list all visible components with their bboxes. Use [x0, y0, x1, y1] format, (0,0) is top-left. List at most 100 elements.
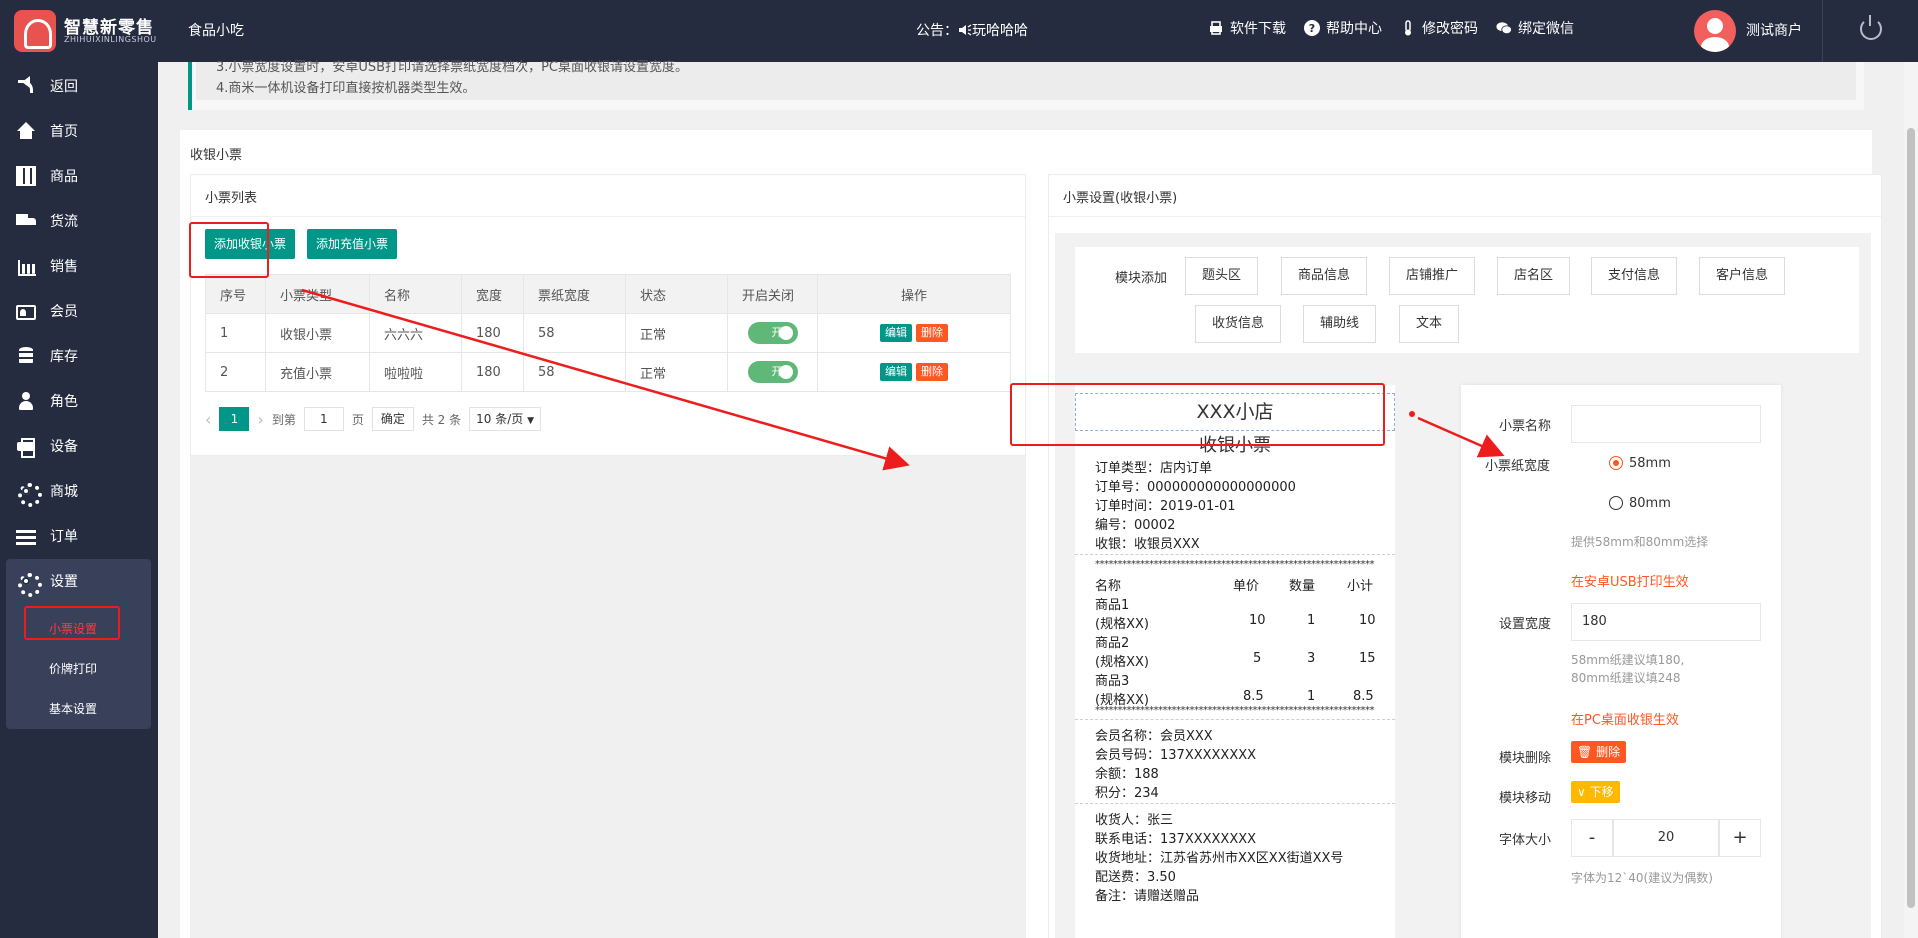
- cell-type: 充值小票: [265, 352, 370, 392]
- col-header: 开启关闭: [727, 274, 818, 314]
- sidebar-item-orders[interactable]: 订单: [6, 514, 151, 558]
- sidebar-subitem-basic-settings[interactable]: 基本设置: [49, 700, 97, 717]
- cell-width: 180: [461, 352, 524, 392]
- item-name: 商品2: [1095, 636, 1130, 651]
- cell-name: 啦啦啦: [369, 352, 462, 392]
- sidebar-item-inventory[interactable]: 库存: [6, 334, 151, 378]
- sidebar-item-roles[interactable]: 角色: [6, 379, 151, 423]
- page-number[interactable]: 1: [219, 407, 250, 431]
- speaker-icon: [959, 24, 972, 36]
- total-count: 共 2 条: [421, 412, 462, 427]
- cell-paper-width: 58: [523, 313, 626, 353]
- next-page-icon[interactable]: ›: [257, 410, 263, 429]
- edit-button[interactable]: 编辑: [880, 363, 912, 381]
- printer-icon: [1210, 21, 1222, 35]
- caret-down-icon: ▼: [527, 416, 535, 426]
- sidebar-item-back[interactable]: 返回: [6, 64, 151, 108]
- power-icon[interactable]: [1860, 15, 1882, 40]
- font-size-input[interactable]: 20: [1613, 819, 1719, 857]
- truck-icon: [16, 211, 36, 231]
- sidebar-item-settings[interactable]: 设置: [6, 559, 151, 603]
- notice-box: 3.小票宽度设置时，安卓USB打印请选择票纸宽度档次，PC桌面收银请设置宽度。 …: [188, 60, 1864, 110]
- notice-line-4: 4.商米一体机设备打印直接按机器类型生效。: [216, 81, 476, 96]
- cell-actions: 编辑 删除: [817, 313, 1011, 353]
- font-size-label: 字体大小: [1499, 833, 1552, 848]
- receipt-line: 收银：收银员XXX: [1095, 537, 1200, 552]
- logo-icon: [14, 10, 56, 52]
- delete-button[interactable]: 删除: [916, 324, 948, 342]
- item-price: 10: [1249, 613, 1266, 628]
- radio-58mm-label[interactable]: 58mm: [1629, 456, 1671, 471]
- confirm-page-button[interactable]: 确定: [371, 407, 414, 431]
- width-input[interactable]: 180: [1571, 603, 1761, 641]
- module-header-button[interactable]: 题头区: [1185, 257, 1259, 295]
- sidebar-item-sales[interactable]: 销售: [6, 244, 151, 288]
- change-password-label: 修改密码: [1422, 21, 1478, 37]
- cell-no: 1: [205, 313, 266, 353]
- receipt-line: 会员号码：137XXXXXXXX: [1095, 748, 1257, 763]
- settings-canvas: 模块添加 题头区 商品信息 店铺推广 店名区 支付信息 客户信息 收货信息 辅助…: [1055, 233, 1871, 938]
- trash-icon: 🗑: [1577, 745, 1593, 759]
- delete-module-label: 模块删除: [1499, 751, 1552, 766]
- module-text-button[interactable]: 文本: [1399, 305, 1460, 343]
- question-icon: ?: [1304, 20, 1320, 36]
- radio-80mm-label[interactable]: 80mm: [1629, 496, 1671, 511]
- cell-type: 收银小票: [265, 313, 370, 353]
- page-scrollbar[interactable]: [1904, 62, 1918, 938]
- delete-button[interactable]: 删除: [916, 363, 948, 381]
- prev-page-icon[interactable]: ‹: [205, 410, 211, 429]
- sidebar-item-label: 设置: [50, 574, 78, 590]
- gear-icon: [16, 481, 42, 507]
- sidebar-subitem-price-tag-print[interactable]: 价牌打印: [49, 660, 97, 677]
- avatar[interactable]: [1694, 10, 1736, 52]
- sidebar-item-devices[interactable]: 设备: [6, 424, 151, 468]
- bind-wechat-link[interactable]: 绑定微信: [1496, 18, 1574, 38]
- per-page-select[interactable]: 10 条/页 ▼: [469, 407, 542, 431]
- module-payment-button[interactable]: 支付信息: [1591, 257, 1678, 295]
- sidebar-item-products[interactable]: 商品: [6, 154, 151, 198]
- sidebar-item-mall[interactable]: 商城: [6, 469, 151, 513]
- item-header: 数量: [1289, 579, 1316, 594]
- sidebar-item-label: 订单: [50, 529, 78, 545]
- receipt-section: 收银小票 小票列表 添加收银小票 添加充值小票 序号 小票类型 名称 宽度 票纸…: [180, 130, 1882, 938]
- radio-58mm[interactable]: [1609, 456, 1623, 470]
- item-header: 名称: [1095, 579, 1122, 594]
- receipt-line: 订单类型：店内订单: [1095, 461, 1213, 476]
- brand-subtitle: ZHIHUIXINLINGSHOU: [64, 35, 157, 44]
- table-header-row: 序号 小票类型 名称 宽度 票纸宽度 状态 开启关闭 操作: [205, 274, 1011, 314]
- module-guide-line-button[interactable]: 辅助线: [1303, 305, 1377, 343]
- sidebar-item-home[interactable]: 首页: [6, 109, 151, 153]
- module-customer-button[interactable]: 客户信息: [1699, 257, 1786, 295]
- list-panel: 小票列表 添加收银小票 添加充值小票 序号 小票类型 名称 宽度 票纸宽度 状态…: [190, 174, 1026, 938]
- item-header: 单价: [1233, 579, 1260, 594]
- receipt-stars: ****************************************…: [1095, 559, 1375, 570]
- software-download-link[interactable]: 软件下载: [1208, 18, 1286, 38]
- help-center-link[interactable]: ? 帮助中心: [1304, 18, 1382, 38]
- move-down-button[interactable]: ∨ 下移: [1571, 781, 1620, 803]
- edit-button[interactable]: 编辑: [880, 324, 912, 342]
- add-recharge-button[interactable]: 添加充值小票: [307, 229, 398, 259]
- module-promo-button[interactable]: 店铺推广: [1389, 257, 1476, 295]
- change-password-link[interactable]: 修改密码: [1400, 18, 1478, 38]
- sidebar-item-logistics[interactable]: 货流: [6, 199, 151, 243]
- module-goods-button[interactable]: 商品信息: [1281, 257, 1368, 295]
- receipt-name-input[interactable]: [1571, 405, 1761, 443]
- font-size-decrease[interactable]: -: [1571, 819, 1613, 857]
- enable-toggle[interactable]: 开: [747, 361, 798, 383]
- receipt-preview: XXX小店 收银小票 订单类型：店内订单 订单号：000000000000000…: [1075, 385, 1395, 938]
- sidebar-item-members[interactable]: 会员: [6, 289, 151, 333]
- id-card-icon: [16, 304, 36, 320]
- module-shopname-button[interactable]: 店名区: [1497, 257, 1571, 295]
- page-unit: 页: [351, 412, 364, 427]
- user-name[interactable]: 测试商户: [1746, 20, 1802, 40]
- receipt-divider: [1075, 803, 1395, 804]
- font-size-increase[interactable]: +: [1719, 819, 1761, 857]
- radio-80mm[interactable]: [1609, 496, 1623, 510]
- delete-module-button[interactable]: 🗑 删除: [1571, 741, 1627, 763]
- page-input[interactable]: 1: [303, 407, 344, 431]
- scroll-thumb[interactable]: [1907, 128, 1915, 908]
- item-spec: (规格XX): [1095, 617, 1149, 632]
- enable-toggle[interactable]: 开: [747, 322, 798, 344]
- module-delivery-button[interactable]: 收货信息: [1195, 305, 1282, 343]
- width-note-2: 80mm纸建议填248: [1571, 671, 1681, 685]
